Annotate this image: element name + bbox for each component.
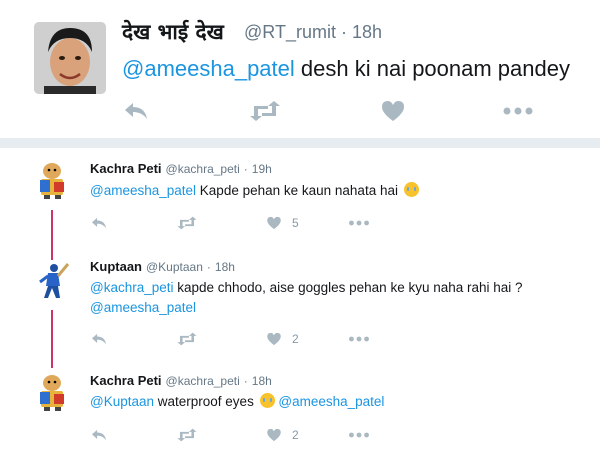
reply-icon — [125, 103, 147, 119]
mention-link[interactable]: @ameesha_patel — [122, 56, 295, 81]
like-button[interactable]: 5 — [266, 214, 299, 232]
like-count: 5 — [292, 216, 299, 230]
reply-icon — [92, 217, 106, 229]
thread-connector-line — [51, 310, 53, 368]
tweet-text: @ameesha_patel desh ki nai poonam pandey — [122, 56, 570, 82]
reply-icon — [92, 429, 106, 441]
reply-text: @Kuptaan waterproof eyes @ameesha_patel — [90, 392, 384, 412]
reply-body: kapde chhodo, aise goggles pehan ke kyu … — [177, 280, 523, 295]
tweet-time: 18h — [351, 22, 383, 42]
mention-link[interactable]: @ameesha_patel — [90, 183, 196, 198]
retweet-button[interactable] — [248, 96, 282, 126]
screenshot-root: देख भाई देख @RT_rumit · 18h @ameesha_pat… — [0, 0, 600, 450]
like-icon — [267, 216, 281, 230]
laughing-tears-icon — [259, 393, 275, 408]
reply-button[interactable] — [122, 96, 150, 126]
reply-header: Kachra Peti @kachra_peti · 19h — [90, 161, 272, 176]
reply-text-line-2: @ameesha_patel — [90, 298, 196, 318]
retweet-icon — [177, 428, 197, 442]
section-divider — [0, 138, 600, 148]
separator-dot: · — [243, 162, 248, 176]
reply-actions: 2 — [90, 426, 390, 444]
like-icon — [267, 428, 281, 442]
tweet-body: desh ki nai poonam pandey — [300, 56, 570, 81]
avatar[interactable] — [32, 260, 72, 300]
like-count: 2 — [292, 332, 299, 346]
tweet-time: 19h — [251, 162, 272, 176]
more-button[interactable] — [502, 96, 534, 126]
like-count: 2 — [292, 428, 299, 442]
like-button[interactable]: 2 — [266, 426, 299, 444]
mention-link[interactable]: @kachra_peti — [90, 280, 174, 295]
avatar[interactable] — [32, 160, 72, 200]
mention-link[interactable]: @ameesha_patel — [278, 394, 384, 409]
avatar[interactable] — [32, 372, 72, 412]
separator-dot: · — [340, 22, 352, 42]
reply-actions: 2 — [90, 330, 390, 348]
reply-header: Kuptaan @Kuptaan · 18h — [90, 259, 235, 274]
like-button[interactable]: 2 — [266, 330, 299, 348]
user-handle[interactable]: @kachra_peti — [166, 162, 240, 176]
tweet-time: 18h — [214, 260, 235, 274]
replies-panel: Kachra Peti @kachra_peti · 19h @ameesha_pat… — [0, 148, 600, 450]
more-icon — [349, 336, 369, 342]
retweet-icon — [177, 332, 197, 346]
reply-button[interactable] — [90, 426, 108, 444]
user-handle: @RT_rumit — [244, 22, 336, 42]
reply-text: @ameesha_patel Kapde pehan ke kaun nahat… — [90, 181, 419, 201]
avatar[interactable] — [34, 22, 106, 94]
avatar-portrait-image — [34, 22, 106, 94]
more-button[interactable] — [348, 214, 370, 232]
more-icon — [349, 432, 369, 438]
retweet-button[interactable] — [176, 330, 198, 348]
display-name[interactable]: देख भाई देख — [122, 18, 224, 46]
tweet-actions — [122, 96, 562, 126]
like-icon — [382, 101, 404, 121]
reply-actions: 5 — [90, 214, 390, 232]
display-name[interactable]: Kachra Peti — [90, 373, 162, 388]
more-icon — [503, 107, 533, 115]
separator-dot: · — [206, 260, 211, 274]
retweet-icon — [177, 216, 197, 230]
thread-connector-line — [51, 210, 53, 264]
cricketer-avatar — [32, 260, 72, 300]
reply-icon — [92, 333, 106, 345]
mention-link[interactable]: @ameesha_patel — [90, 300, 196, 315]
like-button[interactable] — [380, 96, 406, 126]
reply-body: Kapde pehan ke kaun nahata hai — [199, 183, 398, 198]
more-button[interactable] — [348, 426, 370, 444]
user-handle[interactable]: @Kuptaan — [146, 260, 203, 274]
retweet-button[interactable] — [176, 426, 198, 444]
reply-button[interactable] — [90, 214, 108, 232]
more-button[interactable] — [348, 330, 370, 348]
user-handle[interactable]: @kachra_peti — [166, 374, 240, 388]
separator-dot: · — [243, 374, 248, 388]
handle-and-time[interactable]: @RT_rumit · 18h — [244, 22, 382, 43]
dustbin-mascot-avatar — [32, 160, 72, 200]
display-name[interactable]: Kachra Peti — [90, 161, 162, 176]
dustbin-mascot-avatar — [32, 372, 72, 412]
more-icon — [349, 220, 369, 226]
reply-text: @kachra_peti kapde chhodo, aise goggles … — [90, 278, 523, 298]
reply-body: waterproof eyes — [157, 394, 254, 409]
crying-face-icon — [403, 182, 419, 197]
reply-button[interactable] — [90, 330, 108, 348]
reply-header: Kachra Peti @kachra_peti · 18h — [90, 373, 272, 388]
retweet-button[interactable] — [176, 214, 198, 232]
tweet-time: 18h — [251, 374, 272, 388]
display-name[interactable]: Kuptaan — [90, 259, 142, 274]
top-tweet-card: देख भाई देख @RT_rumit · 18h @ameesha_pat… — [0, 0, 600, 138]
mention-link[interactable]: @Kuptaan — [90, 394, 154, 409]
like-icon — [267, 332, 281, 346]
retweet-icon — [250, 101, 280, 121]
